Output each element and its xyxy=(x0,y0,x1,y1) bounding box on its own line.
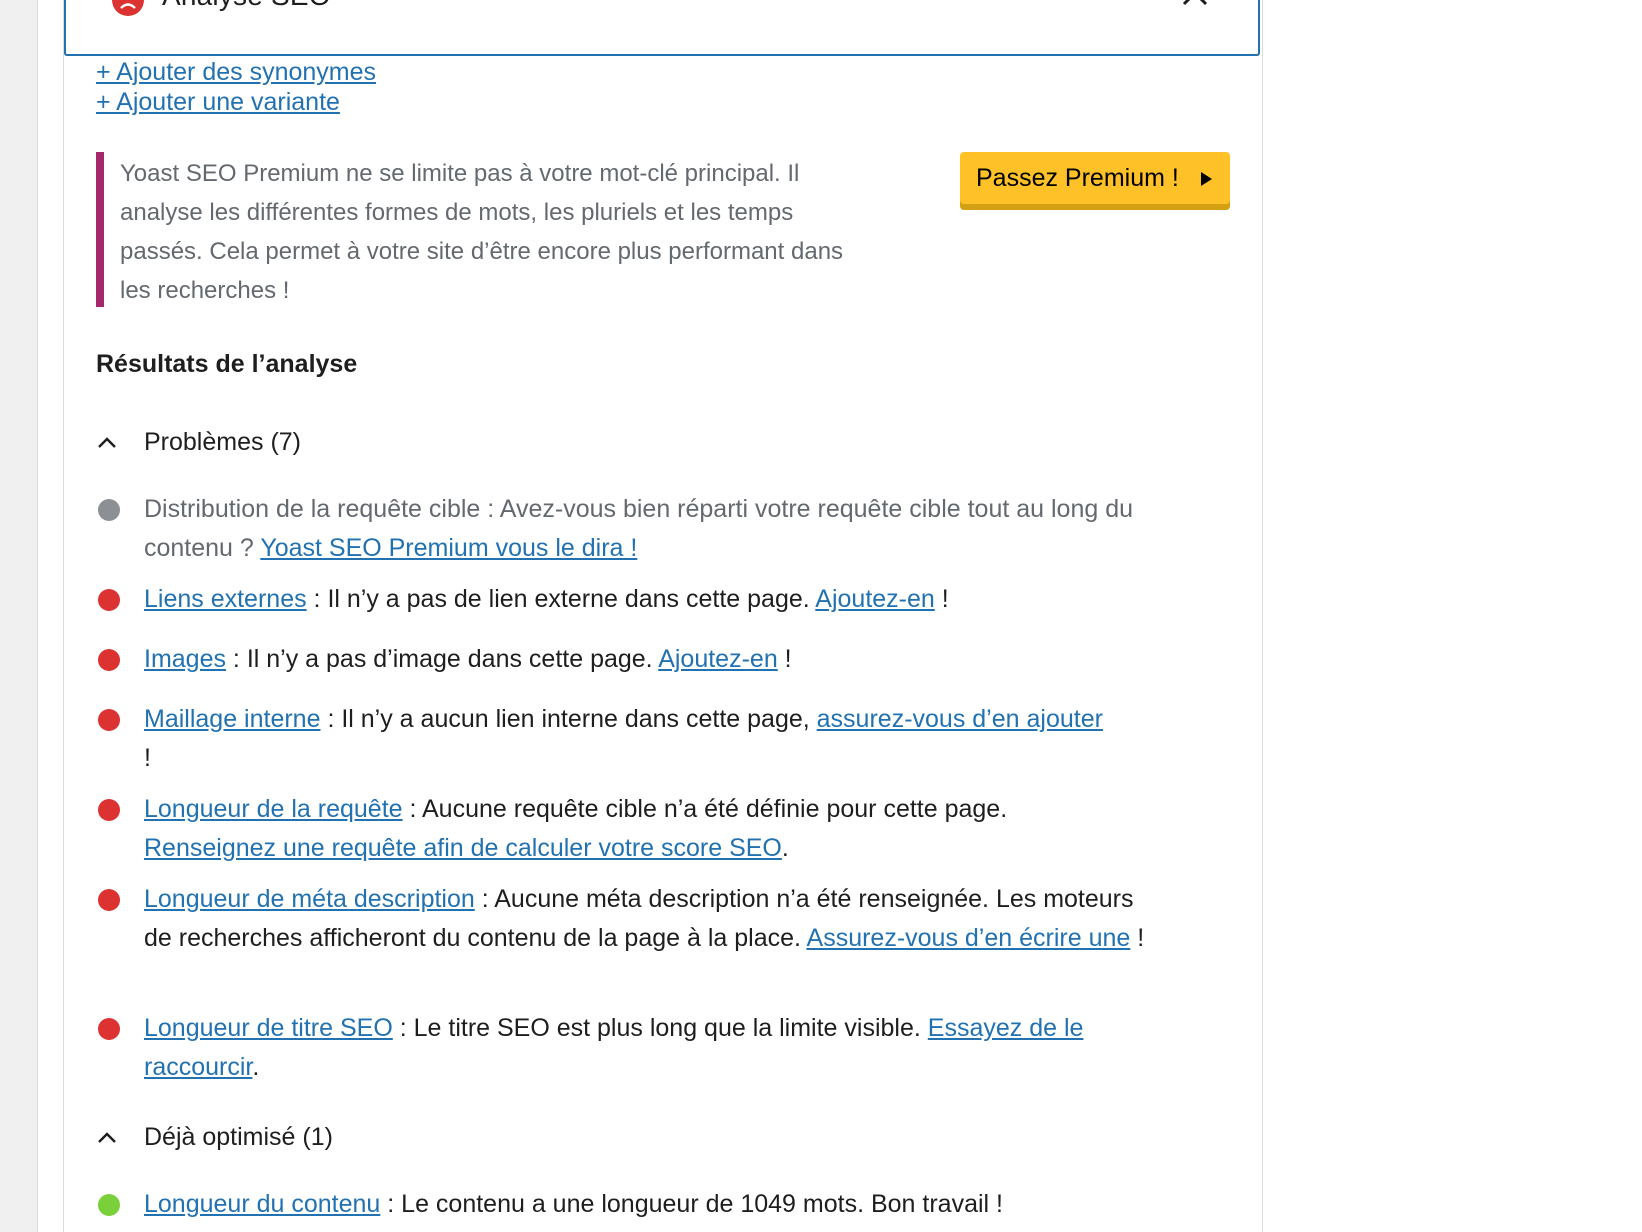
play-arrow-icon xyxy=(1201,172,1212,186)
go-premium-label: Passez Premium ! xyxy=(976,164,1179,192)
status-dot-green xyxy=(98,1194,120,1216)
result-text-end: . xyxy=(252,1053,260,1081)
page-title: Analyse SEO xyxy=(162,0,331,12)
chevron-up-icon xyxy=(96,1127,118,1149)
result-text-end: ! xyxy=(1130,924,1145,952)
status-dot-grey xyxy=(98,499,120,521)
premium-accent-bar xyxy=(96,152,104,307)
result-text: : Aucune requête cible n’a été définie p… xyxy=(402,795,1008,823)
result-title-link[interactable]: Maillage interne xyxy=(144,705,321,733)
result-action-link[interactable]: Assurez-vous d’en écrire une xyxy=(807,924,1131,952)
problems-label: Problèmes (7) xyxy=(144,428,301,456)
result-text: : Il n’y a aucun lien interne dans cette… xyxy=(320,705,817,733)
result-text: : Le contenu a une longueur de 1049 mots… xyxy=(380,1190,1003,1218)
result-text: : Il n’y a pas d’image dans cette page. xyxy=(225,645,659,673)
result-action-link[interactable]: assurez-vous d’en ajouter xyxy=(817,705,1103,733)
go-premium-button[interactable]: Passez Premium ! xyxy=(960,152,1230,210)
result-text-end: . xyxy=(781,834,789,862)
add-synonyms-link[interactable]: + Ajouter des synonymes xyxy=(96,58,376,87)
result-title-link[interactable]: Longueur de la requête xyxy=(144,795,403,823)
premium-text: Yoast SEO Premium ne se limite pas à vot… xyxy=(120,160,844,304)
chevron-up-icon xyxy=(96,432,118,454)
premium-upsell: Yoast SEO Premium ne se limite pas à vot… xyxy=(96,152,1230,307)
premium-link[interactable]: Yoast SEO Premium vous le dira ! xyxy=(260,534,637,562)
result-action-link[interactable]: Ajoutez-en xyxy=(815,585,935,613)
result-text: : Il n’y a pas de lien externe dans cett… xyxy=(306,585,816,613)
status-dot-red xyxy=(98,649,120,671)
result-title-link[interactable]: Longueur de titre SEO xyxy=(144,1014,393,1042)
admin-left-gutter xyxy=(0,0,38,1232)
status-dot-red xyxy=(98,799,120,821)
result-text-end: ! xyxy=(934,585,949,613)
seo-analysis-header[interactable]: Analyse SEO xyxy=(64,0,1260,56)
sad-face-icon xyxy=(112,0,144,16)
result-text-end: ! xyxy=(777,645,792,673)
close-icon[interactable] xyxy=(1180,0,1210,8)
result-action-link[interactable]: Ajoutez-en xyxy=(658,645,778,673)
status-dot-red xyxy=(98,1018,120,1040)
add-variant-link[interactable]: + Ajouter une variante xyxy=(96,88,340,117)
result-title-link[interactable]: Images xyxy=(144,645,226,673)
analysis-results-heading: Résultats de l’analyse xyxy=(96,350,358,378)
panel-left-border xyxy=(63,0,64,1232)
status-dot-red xyxy=(98,589,120,611)
result-text-end: ! xyxy=(144,744,151,772)
result-text: : Le titre SEO est plus long que la limi… xyxy=(392,1014,928,1042)
result-action-link[interactable]: Renseignez une requête afin de calculer … xyxy=(144,834,782,862)
result-title-link[interactable]: Longueur de méta description xyxy=(144,885,475,913)
result-title-link[interactable]: Liens externes xyxy=(144,585,307,613)
optimized-label: Déjà optimisé (1) xyxy=(144,1123,333,1151)
status-dot-red xyxy=(98,709,120,731)
result-title-link[interactable]: Longueur du contenu xyxy=(144,1190,380,1218)
panel-right-border xyxy=(1262,0,1263,1232)
status-dot-red xyxy=(98,889,120,911)
